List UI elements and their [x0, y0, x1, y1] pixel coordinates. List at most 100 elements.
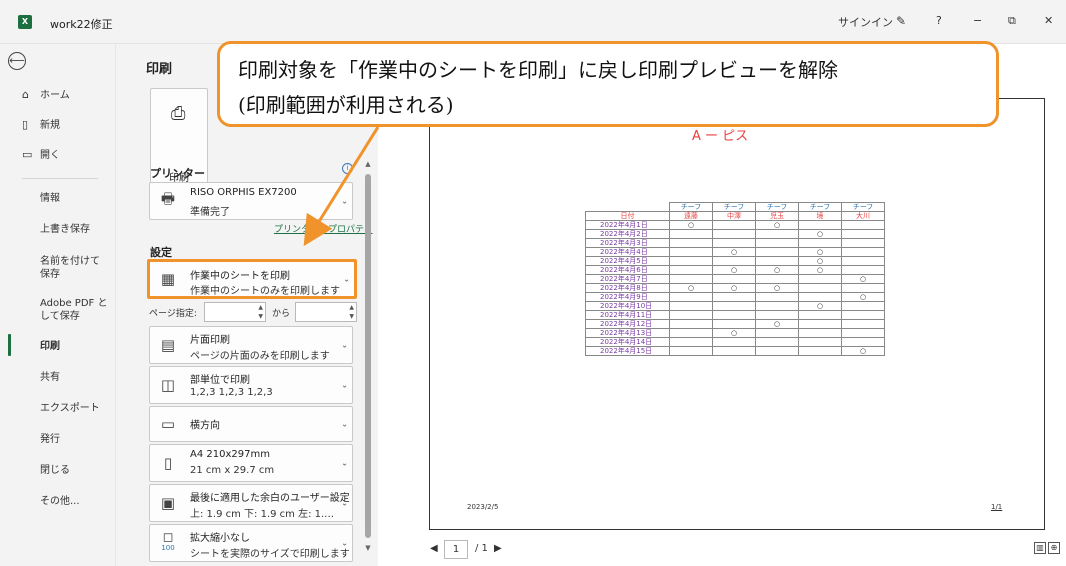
nav-save[interactable]: 上書き保存 [0, 217, 116, 243]
mark-cell [755, 229, 799, 239]
mark-cell [712, 310, 756, 320]
nav-adobe-pdf[interactable]: Adobe PDF として保存 [0, 292, 116, 328]
settings-scrollbar[interactable]: ▲ ▼ [364, 160, 372, 554]
sides-label: 片面印刷 [190, 335, 230, 346]
print-what-desc: 作業中のシートのみを印刷します [190, 286, 340, 297]
mark-cell [669, 256, 713, 266]
sides-dropdown[interactable]: ▤ 片面印刷 ページの片面のみを印刷します ⌄ [149, 326, 353, 364]
printer-icon: ⎙ [171, 103, 186, 124]
mark-cell [841, 220, 885, 230]
date-cell: 2022年4月13日 [585, 328, 670, 338]
printer-dropdown[interactable]: 🖶 RISO ORPHIS EX7200 準備完了 ⌄ [149, 182, 353, 220]
margins-label: 最後に適用した余白のユーザー設定 [190, 493, 350, 504]
nav-more[interactable]: その他... [0, 489, 116, 515]
print-what-dropdown[interactable]: ▦ 作業中のシートを印刷 作業中のシートのみを印刷します ⌄ [147, 259, 357, 299]
mark-cell [669, 238, 713, 248]
page-to-input[interactable]: ▲ ▼ [295, 302, 357, 322]
printer-status: 準備完了 [190, 207, 230, 218]
mark-cell: ○ [755, 319, 799, 329]
paper-size-label: A4 210x297mm [190, 449, 270, 460]
scaling-icon: ◻ 100 [161, 530, 175, 552]
mark-cell [755, 346, 799, 356]
mark-cell: ○ [712, 328, 756, 338]
spin-up-icon[interactable]: ▲ [258, 304, 263, 311]
scaling-dropdown[interactable]: ◻ 100 拡大縮小なし シートを実際のサイズで印刷します ⌄ [149, 524, 353, 562]
info-icon[interactable]: i [342, 163, 353, 174]
nav-home[interactable]: ⌂ ホーム [0, 82, 116, 108]
mark-cell [798, 292, 842, 302]
table-row: 2022年4月7日 ○ [585, 274, 885, 284]
nav-open-label: 開く [40, 150, 60, 161]
mark-cell [669, 274, 713, 284]
mark-cell [712, 301, 756, 311]
spin-down-icon[interactable]: ▼ [258, 313, 263, 320]
nav-publish[interactable]: 発行 [0, 427, 116, 453]
nav-close[interactable]: 閉じる [0, 458, 116, 484]
team-label-cell: チーフ [755, 202, 799, 212]
nav-export[interactable]: エクスポート [0, 396, 116, 422]
preview-footer-page: 1/1 [991, 503, 1003, 511]
folder-icon: ▭ [22, 148, 33, 161]
mark-cell [712, 229, 756, 239]
date-cell: 2022年4月15日 [585, 346, 670, 356]
mark-cell [841, 238, 885, 248]
prev-page-icon[interactable]: ◀ [430, 543, 438, 554]
chevron-down-icon: ⌄ [343, 274, 350, 284]
mark-cell [712, 319, 756, 329]
team-label-cell: チーフ [669, 202, 713, 212]
pen-icon[interactable]: ✎ [896, 14, 906, 28]
page-from-input[interactable]: ▲ ▼ [204, 302, 266, 322]
nav-save-as[interactable]: 名前を付けて保存 [0, 250, 116, 286]
close-button[interactable]: ✕ [1044, 14, 1053, 27]
nav-print[interactable]: 印刷 [0, 334, 116, 360]
mark-cell [755, 310, 799, 320]
table-row: 2022年4月15日 ○ [585, 346, 885, 356]
name-header-cell: 児玉 [755, 211, 799, 221]
settings-section-label: 設定 [150, 246, 172, 259]
table-row: 2022年4月5日 ○ [585, 256, 885, 266]
nav-share[interactable]: 共有 [0, 365, 116, 391]
mark-cell [798, 283, 842, 293]
one-sided-icon: ▤ [160, 336, 176, 354]
nav-new-label: 新規 [40, 120, 60, 131]
restore-button[interactable]: ⧉ [1008, 14, 1016, 28]
table-cell [586, 203, 670, 212]
nav-info[interactable]: 情報 [0, 186, 116, 212]
signin-link[interactable]: サインイン [838, 14, 893, 30]
team-label-cell: チーフ [712, 202, 756, 212]
mark-cell [669, 310, 713, 320]
paper-size-dropdown[interactable]: ▯ A4 210x297mm 21 cm x 29.7 cm ⌄ [149, 444, 353, 482]
orientation-dropdown[interactable]: ▭ 横方向 ⌄ [149, 406, 353, 442]
scroll-down-icon[interactable]: ▼ [364, 544, 372, 552]
show-margins-icon[interactable]: ▥ [1034, 542, 1046, 554]
minimize-button[interactable]: − [973, 14, 982, 27]
mark-cell [798, 238, 842, 248]
mark-cell [755, 247, 799, 257]
printer-section-label: プリンター [150, 167, 205, 180]
mark-cell [798, 319, 842, 329]
mark-cell [841, 265, 885, 275]
next-page-icon[interactable]: ▶ [494, 543, 502, 554]
mark-cell: ○ [755, 265, 799, 275]
table-row: 2022年4月1日 ○ ○ [585, 220, 885, 230]
printer-properties-link[interactable]: プリンターのプロパティ [274, 222, 372, 235]
nav-new[interactable]: ▯ 新規 [0, 112, 116, 138]
back-arrow-icon[interactable]: ⟵ [8, 52, 26, 70]
margins-dropdown[interactable]: ▣ 最後に適用した余白のユーザー設定 上: 1.9 cm 下: 1.9 cm 左… [149, 484, 353, 522]
help-button[interactable]: ? [936, 14, 942, 27]
scroll-up-icon[interactable]: ▲ [364, 160, 372, 168]
collate-icon: ◫ [160, 376, 176, 394]
margins-icon: ▣ [160, 494, 176, 512]
paper-size-desc: 21 cm x 29.7 cm [190, 465, 275, 476]
collate-dropdown[interactable]: ◫ 部単位で印刷 1,2,3 1,2,3 1,2,3 ⌄ [149, 366, 353, 404]
spin-down-icon[interactable]: ▼ [349, 313, 354, 320]
scroll-thumb[interactable] [365, 174, 371, 538]
nav-open[interactable]: ▭ 開く [0, 142, 116, 168]
page-number-input[interactable]: 1 [444, 540, 468, 559]
collate-desc: 1,2,3 1,2,3 1,2,3 [190, 387, 273, 398]
name-header-cell: 遠藤 [669, 211, 713, 221]
mark-cell [841, 328, 885, 338]
zoom-to-page-icon[interactable]: ⊕ [1048, 542, 1060, 554]
name-header-cell: 境 [798, 211, 842, 221]
spin-up-icon[interactable]: ▲ [349, 304, 354, 311]
